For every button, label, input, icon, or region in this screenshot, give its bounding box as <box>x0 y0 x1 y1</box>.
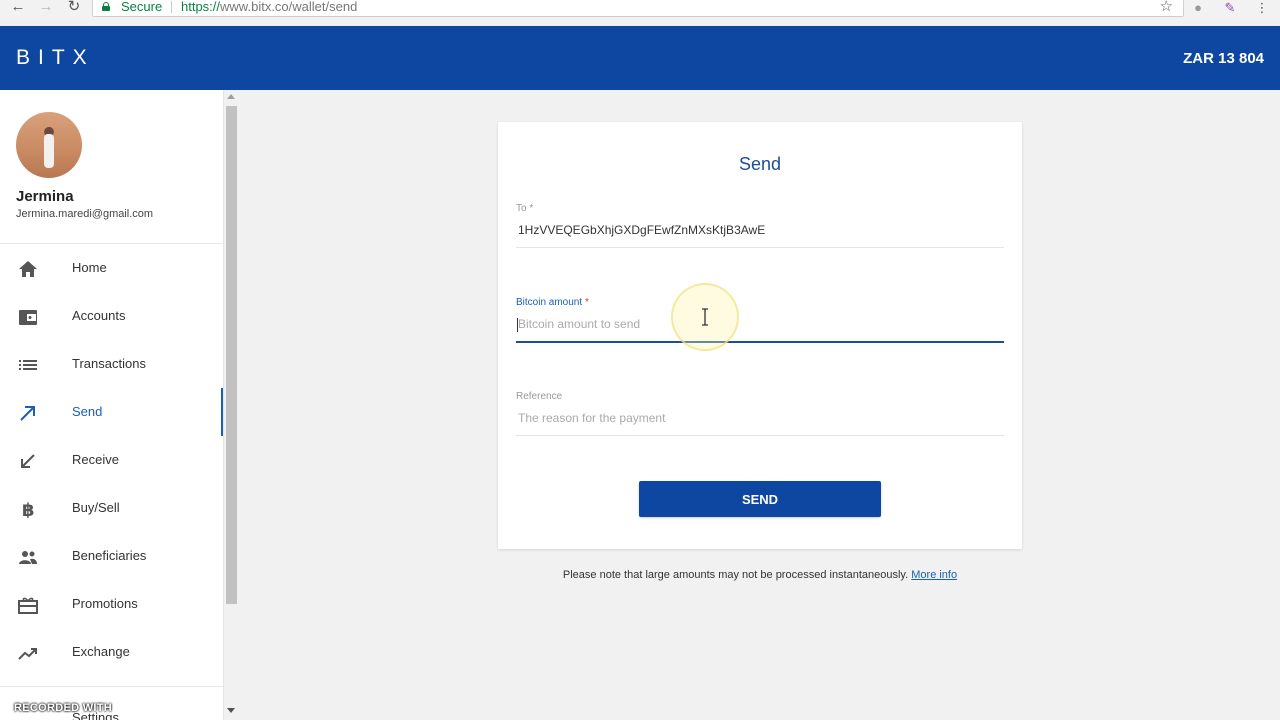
sidebar-item-exchange[interactable]: Exchange <box>0 628 223 676</box>
arrow-down-left-icon <box>18 452 38 470</box>
bitcoin-amount-input[interactable] <box>518 317 998 331</box>
trending-up-icon <box>18 644 38 662</box>
people-icon <box>18 548 38 566</box>
list-icon <box>18 356 38 374</box>
lock-icon <box>102 2 110 11</box>
scroll-up-icon[interactable] <box>227 94 235 99</box>
secure-label: Secure <box>121 0 163 14</box>
large-amount-note: Please note that large amounts may not b… <box>498 569 1022 581</box>
menu-dots-icon[interactable]: ⋮ <box>1254 0 1270 16</box>
recorder-watermark: RECORDED WITH <box>14 702 113 714</box>
bitcoin-icon: ฿ <box>18 500 38 521</box>
send-button[interactable]: SEND <box>639 481 881 517</box>
more-info-link[interactable]: More info <box>911 569 957 581</box>
to-label: To <box>516 203 527 214</box>
url-text: https://www.bitx.co/wallet/send <box>181 0 358 14</box>
home-icon <box>18 260 38 278</box>
send-card: Send To * Bitcoin amount * Reference SEN… <box>498 122 1022 549</box>
sidebar-item-beneficiaries[interactable]: Beneficiaries <box>0 532 223 580</box>
gift-icon <box>18 596 38 614</box>
sidebar-item-receive[interactable]: Receive <box>0 436 223 484</box>
to-address-input[interactable] <box>518 223 998 237</box>
user-email: Jermina.maredi@gmail.com <box>16 208 154 220</box>
sidebar-item-transactions[interactable]: Transactions <box>0 340 223 388</box>
sidebar-scrollbar[interactable] <box>224 90 240 720</box>
page-title: Send <box>738 154 782 174</box>
app-header: BITX ZAR 13 804 <box>0 26 1280 90</box>
text-caret <box>517 318 518 332</box>
bitcoin-amount-label: Bitcoin amount <box>516 297 583 308</box>
reference-input[interactable] <box>518 411 998 425</box>
sidebar-nav: Home Accounts Transactions Send Receive … <box>0 244 223 676</box>
sidebar-item-send[interactable]: Send <box>0 388 223 436</box>
bitx-logo[interactable]: BITX <box>16 46 95 70</box>
balance-display[interactable]: ZAR 13 804 <box>1183 50 1264 67</box>
note-text: Please note that large amounts may not b… <box>562 569 909 581</box>
arrow-up-right-icon <box>18 404 38 422</box>
browser-toolbar: ← → ↻ Secure https://www.bitx.co/wallet/… <box>0 0 1280 18</box>
bookmark-star-icon[interactable]: ☆ <box>1160 0 1173 15</box>
sidebar-item-buy-sell[interactable]: ฿ Buy/Sell <box>0 484 223 532</box>
forward-arrow-icon[interactable]: → <box>36 0 56 16</box>
sidebar-item-home[interactable]: Home <box>0 244 223 292</box>
sidebar-item-accounts[interactable]: Accounts <box>0 292 223 340</box>
user-name: Jermina <box>16 188 74 205</box>
reload-icon[interactable]: ↻ <box>64 0 84 16</box>
sidebar: Jermina Jermina.maredi@gmail.com Home Ac… <box>0 90 224 720</box>
back-arrow-icon[interactable]: ← <box>8 0 28 16</box>
wallet-icon <box>18 308 38 326</box>
reference-label: Reference <box>516 391 563 402</box>
pen-extension-icon[interactable]: ✎ <box>1222 0 1238 16</box>
address-bar[interactable]: Secure https://www.bitx.co/wallet/send ☆ <box>92 0 1184 17</box>
scroll-down-icon[interactable] <box>227 708 235 713</box>
sidebar-item-promotions[interactable]: Promotions <box>0 580 223 628</box>
scroll-thumb[interactable] <box>226 106 237 604</box>
svg-text:฿: ฿ <box>22 500 35 518</box>
avatar[interactable] <box>16 112 82 178</box>
skype-extension-icon[interactable]: ● <box>1190 0 1206 16</box>
ibeam-cursor-icon <box>702 308 708 326</box>
